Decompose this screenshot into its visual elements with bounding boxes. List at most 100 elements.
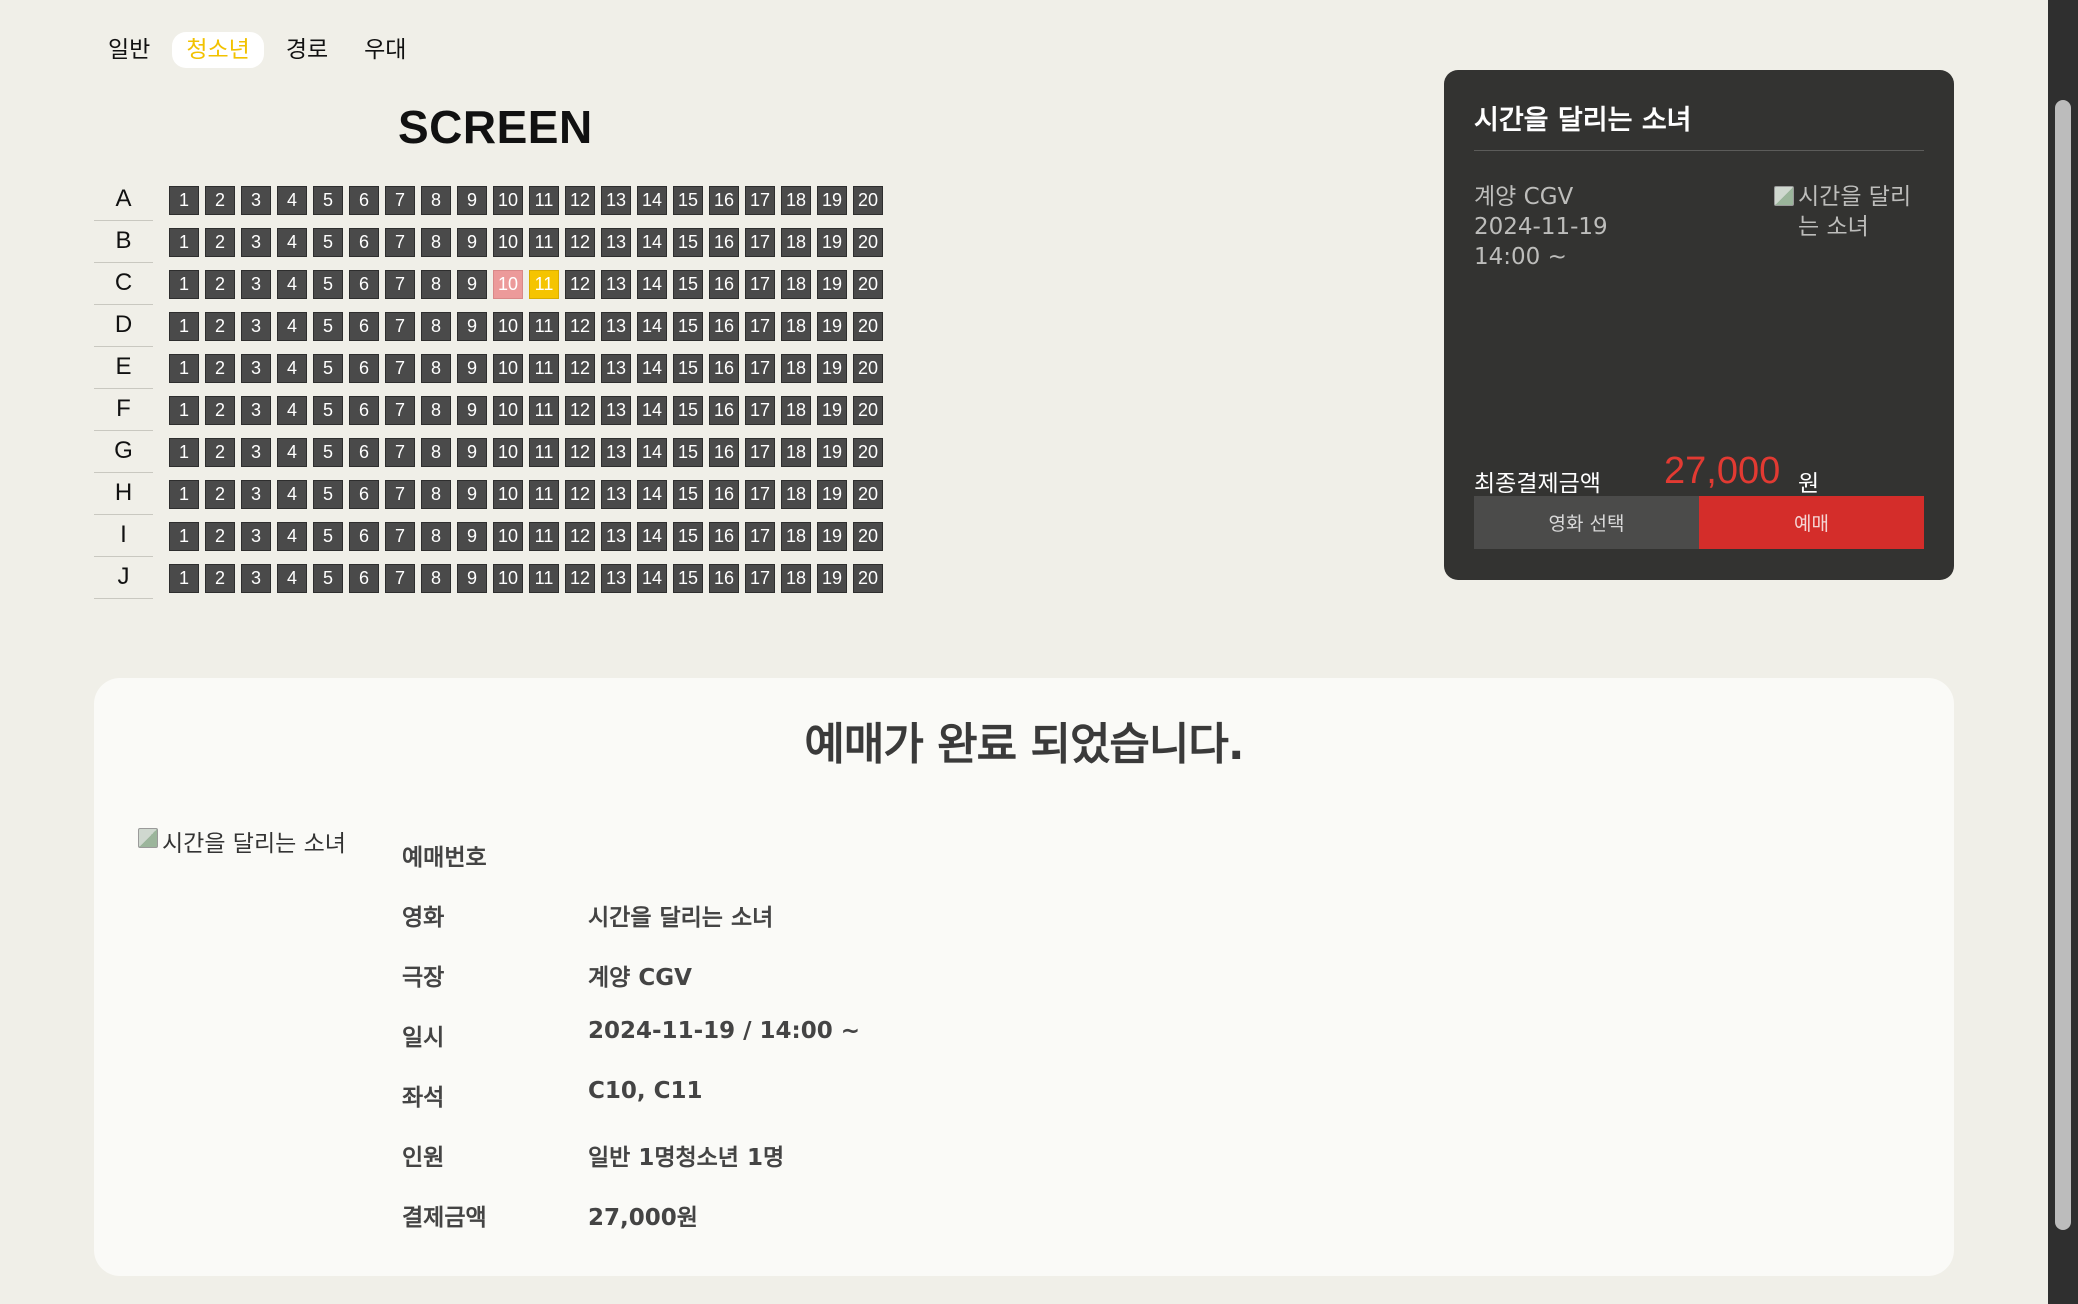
seat-c18[interactable]: 18	[781, 269, 811, 299]
seat-f15[interactable]: 15	[673, 395, 703, 425]
seat-b6[interactable]: 6	[349, 227, 379, 257]
seat-g19[interactable]: 19	[817, 437, 847, 467]
seat-j11[interactable]: 11	[529, 563, 559, 593]
seat-c12[interactable]: 12	[565, 269, 595, 299]
seat-i2[interactable]: 2	[205, 521, 235, 551]
seat-f18[interactable]: 18	[781, 395, 811, 425]
seat-a9[interactable]: 9	[457, 185, 487, 215]
seat-e11[interactable]: 11	[529, 353, 559, 383]
seat-c10[interactable]: 10	[493, 269, 523, 299]
seat-f8[interactable]: 8	[421, 395, 451, 425]
seat-h5[interactable]: 5	[313, 479, 343, 509]
seat-b20[interactable]: 20	[853, 227, 883, 257]
seat-a13[interactable]: 13	[601, 185, 631, 215]
seat-i9[interactable]: 9	[457, 521, 487, 551]
seat-c5[interactable]: 5	[313, 269, 343, 299]
seat-c16[interactable]: 16	[709, 269, 739, 299]
seat-h16[interactable]: 16	[709, 479, 739, 509]
seat-e3[interactable]: 3	[241, 353, 271, 383]
seat-a12[interactable]: 12	[565, 185, 595, 215]
movie-select-button[interactable]: 영화 선택	[1474, 496, 1699, 549]
seat-j5[interactable]: 5	[313, 563, 343, 593]
seat-h6[interactable]: 6	[349, 479, 379, 509]
seat-h17[interactable]: 17	[745, 479, 775, 509]
seat-e19[interactable]: 19	[817, 353, 847, 383]
seat-i10[interactable]: 10	[493, 521, 523, 551]
seat-i20[interactable]: 20	[853, 521, 883, 551]
seat-a16[interactable]: 16	[709, 185, 739, 215]
seat-i14[interactable]: 14	[637, 521, 667, 551]
seat-f4[interactable]: 4	[277, 395, 307, 425]
seat-b12[interactable]: 12	[565, 227, 595, 257]
seat-g11[interactable]: 11	[529, 437, 559, 467]
ticket-type-preferential[interactable]: 우대	[350, 32, 420, 68]
seat-d1[interactable]: 1	[169, 311, 199, 341]
seat-e10[interactable]: 10	[493, 353, 523, 383]
seat-e2[interactable]: 2	[205, 353, 235, 383]
seat-b8[interactable]: 8	[421, 227, 451, 257]
seat-i12[interactable]: 12	[565, 521, 595, 551]
seat-b11[interactable]: 11	[529, 227, 559, 257]
seat-b19[interactable]: 19	[817, 227, 847, 257]
seat-h12[interactable]: 12	[565, 479, 595, 509]
seat-f10[interactable]: 10	[493, 395, 523, 425]
seat-h4[interactable]: 4	[277, 479, 307, 509]
seat-h11[interactable]: 11	[529, 479, 559, 509]
seat-j12[interactable]: 12	[565, 563, 595, 593]
seat-h15[interactable]: 15	[673, 479, 703, 509]
seat-d17[interactable]: 17	[745, 311, 775, 341]
seat-f5[interactable]: 5	[313, 395, 343, 425]
scrollbar-thumb[interactable]	[2055, 100, 2071, 1230]
seat-c15[interactable]: 15	[673, 269, 703, 299]
seat-c9[interactable]: 9	[457, 269, 487, 299]
seat-i19[interactable]: 19	[817, 521, 847, 551]
seat-g2[interactable]: 2	[205, 437, 235, 467]
seat-c17[interactable]: 17	[745, 269, 775, 299]
seat-a2[interactable]: 2	[205, 185, 235, 215]
seat-e7[interactable]: 7	[385, 353, 415, 383]
seat-f11[interactable]: 11	[529, 395, 559, 425]
seat-a1[interactable]: 1	[169, 185, 199, 215]
seat-g4[interactable]: 4	[277, 437, 307, 467]
seat-g8[interactable]: 8	[421, 437, 451, 467]
seat-d6[interactable]: 6	[349, 311, 379, 341]
seat-f13[interactable]: 13	[601, 395, 631, 425]
seat-d5[interactable]: 5	[313, 311, 343, 341]
seat-j9[interactable]: 9	[457, 563, 487, 593]
seat-c20[interactable]: 20	[853, 269, 883, 299]
seat-i6[interactable]: 6	[349, 521, 379, 551]
seat-g18[interactable]: 18	[781, 437, 811, 467]
seat-g20[interactable]: 20	[853, 437, 883, 467]
seat-a14[interactable]: 14	[637, 185, 667, 215]
seat-f3[interactable]: 3	[241, 395, 271, 425]
seat-c19[interactable]: 19	[817, 269, 847, 299]
seat-d13[interactable]: 13	[601, 311, 631, 341]
seat-f12[interactable]: 12	[565, 395, 595, 425]
seat-i7[interactable]: 7	[385, 521, 415, 551]
seat-i13[interactable]: 13	[601, 521, 631, 551]
seat-e18[interactable]: 18	[781, 353, 811, 383]
seat-d19[interactable]: 19	[817, 311, 847, 341]
seat-j1[interactable]: 1	[169, 563, 199, 593]
seat-h8[interactable]: 8	[421, 479, 451, 509]
seat-a6[interactable]: 6	[349, 185, 379, 215]
seat-j8[interactable]: 8	[421, 563, 451, 593]
seat-c4[interactable]: 4	[277, 269, 307, 299]
seat-i16[interactable]: 16	[709, 521, 739, 551]
seat-f17[interactable]: 17	[745, 395, 775, 425]
seat-j13[interactable]: 13	[601, 563, 631, 593]
seat-j16[interactable]: 16	[709, 563, 739, 593]
seat-a8[interactable]: 8	[421, 185, 451, 215]
seat-i3[interactable]: 3	[241, 521, 271, 551]
seat-j4[interactable]: 4	[277, 563, 307, 593]
seat-g12[interactable]: 12	[565, 437, 595, 467]
seat-i11[interactable]: 11	[529, 521, 559, 551]
seat-i1[interactable]: 1	[169, 521, 199, 551]
seat-f1[interactable]: 1	[169, 395, 199, 425]
seat-a3[interactable]: 3	[241, 185, 271, 215]
seat-i4[interactable]: 4	[277, 521, 307, 551]
seat-c2[interactable]: 2	[205, 269, 235, 299]
seat-e5[interactable]: 5	[313, 353, 343, 383]
seat-g5[interactable]: 5	[313, 437, 343, 467]
ticket-type-general[interactable]: 일반	[94, 32, 164, 68]
